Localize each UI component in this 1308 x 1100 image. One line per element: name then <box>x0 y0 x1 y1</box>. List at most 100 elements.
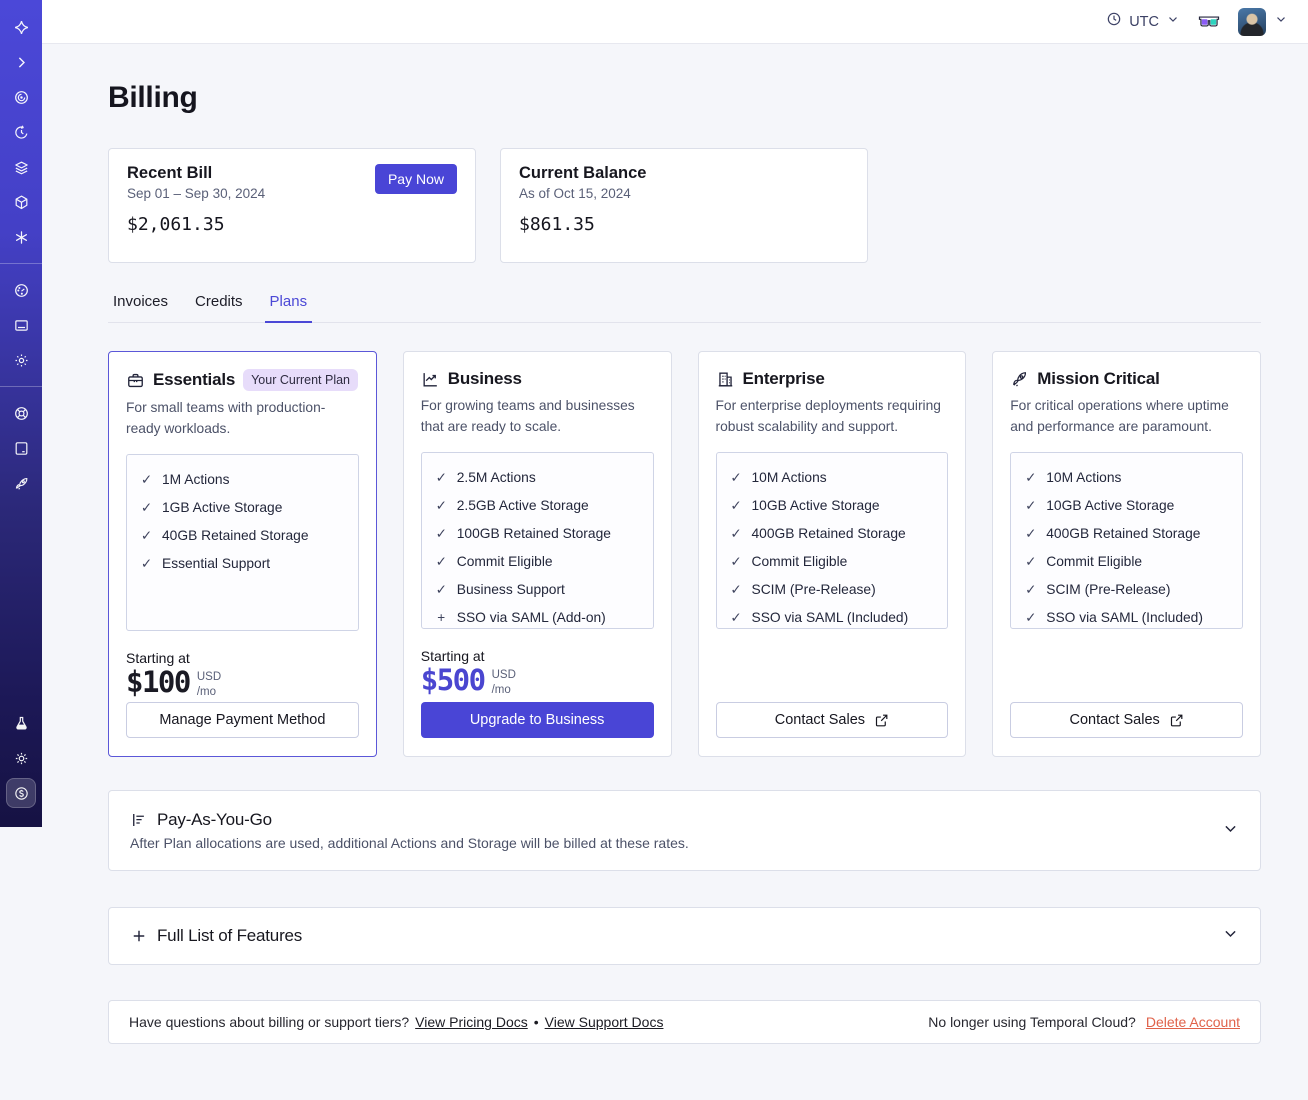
recent-bill-amount: $2,061.35 <box>127 214 225 235</box>
plan-name: Mission Critical <box>1037 369 1160 388</box>
check-icon: ✓ <box>140 555 153 571</box>
plan-card-mission-critical: Mission Critical For critical operations… <box>992 351 1261 757</box>
feature-item: ✓ 400GB Retained Storage <box>730 524 935 544</box>
current-balance-card: Current Balance As of Oct 15, 2024 $861.… <box>500 148 868 263</box>
recent-bill-period: Sep 01 – Sep 30, 2024 <box>127 186 266 201</box>
contact-sales-button[interactable]: Contact Sales <box>1010 702 1243 738</box>
chevron-down-icon[interactable] <box>1222 925 1239 947</box>
plus-icon: + <box>437 609 446 625</box>
plan-description: For enterprise deployments requiring rob… <box>715 398 941 434</box>
deployments-icon[interactable] <box>6 152 36 182</box>
nexus-icon[interactable] <box>6 222 36 252</box>
topbar: UTC <box>42 0 1308 44</box>
plan-feature-list: ✓ 10M Actions ✓ 10GB Active Storage ✓ 400GB… <box>1010 451 1243 629</box>
feature-item: ✓ SCIM (Pre-Release) <box>730 580 935 600</box>
upgrade-to-business-button[interactable]: Upgrade to Business <box>420 702 654 738</box>
check-icon: ✓ <box>140 527 153 543</box>
tab-credits[interactable]: Credits <box>190 293 248 323</box>
docs-book-icon[interactable] <box>6 433 36 463</box>
timezone-label: UTC <box>1129 13 1159 30</box>
plans-grid: Essentials Your Current Plan For small t… <box>108 351 1261 757</box>
labs-flask-icon[interactable] <box>6 708 36 738</box>
contact-sales-button[interactable]: Contact Sales <box>715 702 949 738</box>
timezone-selector[interactable]: UTC <box>1106 11 1180 32</box>
chevron-down-icon <box>1166 12 1180 31</box>
plan-name: Essentials <box>153 370 236 389</box>
getting-started-rocket-icon[interactable] <box>6 468 36 498</box>
starting-at-label: Starting at <box>126 649 190 666</box>
namespaces-icon[interactable] <box>6 82 36 112</box>
external-link-icon <box>1170 714 1183 726</box>
user-avatar <box>1238 7 1266 36</box>
plan-price: $100 <box>126 664 191 699</box>
check-icon: ✓ <box>730 553 742 569</box>
temporal-logo-icon[interactable] <box>6 12 36 42</box>
pay-now-button[interactable]: Pay Now <box>374 164 457 194</box>
main-content: Billing Recent Bill Sep 01 – Sep 30, 202… <box>42 81 1308 1074</box>
feature-item: ✓ 1M Actions <box>140 470 345 490</box>
feature-item: ✓ SCIM (Pre-Release) <box>1024 580 1229 600</box>
feature-item: ✓ Business Support <box>435 580 640 600</box>
billing-dollar-icon[interactable] <box>6 778 36 808</box>
feature-item: ✓ SSO via SAML (Included) <box>1024 608 1229 628</box>
check-icon: ✓ <box>730 497 742 513</box>
external-link-icon <box>875 714 888 726</box>
plan-description: For critical operations where uptime and… <box>1010 398 1229 434</box>
footer-right-text: No longer using Temporal Cloud? <box>928 1014 1136 1030</box>
feature-item: ✓ Essential Support <box>140 554 345 574</box>
plan-card-enterprise: Enterprise For enterprise deployments re… <box>697 351 967 757</box>
usage-gauge-icon[interactable] <box>6 275 36 305</box>
user-menu[interactable] <box>1238 7 1288 36</box>
manage-payment-method-button[interactable]: Manage Payment Method <box>126 702 359 738</box>
support-lifebuoy-icon[interactable] <box>6 398 36 428</box>
delete-account-link[interactable]: Delete Account <box>1146 1014 1240 1030</box>
panel-icon[interactable] <box>6 310 36 340</box>
sidebar <box>0 0 42 827</box>
chevron-down-icon[interactable] <box>1222 820 1239 842</box>
sidebar-divider <box>0 386 42 387</box>
check-icon: ✓ <box>1025 469 1037 485</box>
expand-chevron-icon[interactable] <box>6 47 36 77</box>
currency-label: USD <box>196 670 222 683</box>
plan-name: Enterprise <box>742 369 825 388</box>
plan-feature-list: ✓ 1M Actions ✓ 1GB Active Storage ✓ 40GB Re… <box>126 453 359 631</box>
feature-item: ✓ 1GB Active Storage <box>140 498 345 518</box>
bar-chart-icon <box>133 814 144 826</box>
view-pricing-docs-link[interactable]: View Pricing Docs <box>415 1014 528 1030</box>
full-feature-list-accordion[interactable]: Full List of Features <box>108 907 1261 965</box>
briefcase-icon <box>128 373 143 387</box>
schedules-icon[interactable] <box>6 117 36 147</box>
feature-item: ✓ 10M Actions <box>1024 468 1229 488</box>
sidebar-divider <box>0 263 42 264</box>
settings-gear-icon[interactable] <box>6 345 36 375</box>
recent-bill-card: Recent Bill Sep 01 – Sep 30, 2024 Pay No… <box>108 148 476 263</box>
building-icon <box>718 371 732 387</box>
summary-row: Recent Bill Sep 01 – Sep 30, 2024 Pay No… <box>108 148 1261 263</box>
check-icon: ✓ <box>730 469 742 485</box>
current-balance-asof: As of Oct 15, 2024 <box>519 186 631 201</box>
feature-item: ✓ 10M Actions <box>730 468 935 488</box>
footer-bar: Have questions about billing or support … <box>108 1000 1261 1044</box>
tab-invoices[interactable]: Invoices <box>108 293 173 323</box>
feature-item: ✓ SSO via SAML (Included) <box>730 608 935 628</box>
plan-card-business: Business For growing teams and businesse… <box>402 351 672 757</box>
pay-as-you-go-accordion[interactable]: Pay-As-You-Go After Plan allocations are… <box>108 790 1261 871</box>
current-balance-amount: $861.35 <box>519 214 595 235</box>
page-title: Billing <box>108 81 198 114</box>
check-icon: ✓ <box>730 581 742 597</box>
check-icon: ✓ <box>140 471 153 487</box>
plan-feature-list: ✓ 2.5M Actions ✓ 2.5GB Active Storage ✓ 100… <box>420 451 654 629</box>
plus-icon <box>133 930 145 942</box>
accordion-title: Pay-As-You-Go <box>157 810 272 829</box>
tab-plans[interactable]: Plans <box>264 293 313 323</box>
view-support-docs-link[interactable]: View Support Docs <box>545 1014 664 1030</box>
theme-sun-icon[interactable] <box>6 743 36 773</box>
check-icon: ✓ <box>435 525 447 541</box>
workflows-cube-icon[interactable] <box>6 187 36 217</box>
feature-item: ✓ 40GB Retained Storage <box>140 526 345 546</box>
chevron-down-icon <box>1274 12 1288 31</box>
feature-item: ✓ 100GB Retained Storage <box>435 524 640 544</box>
check-icon: ✓ <box>730 525 742 541</box>
3d-glasses-icon[interactable] <box>1198 14 1220 29</box>
per-month-label: /mo <box>491 683 511 696</box>
